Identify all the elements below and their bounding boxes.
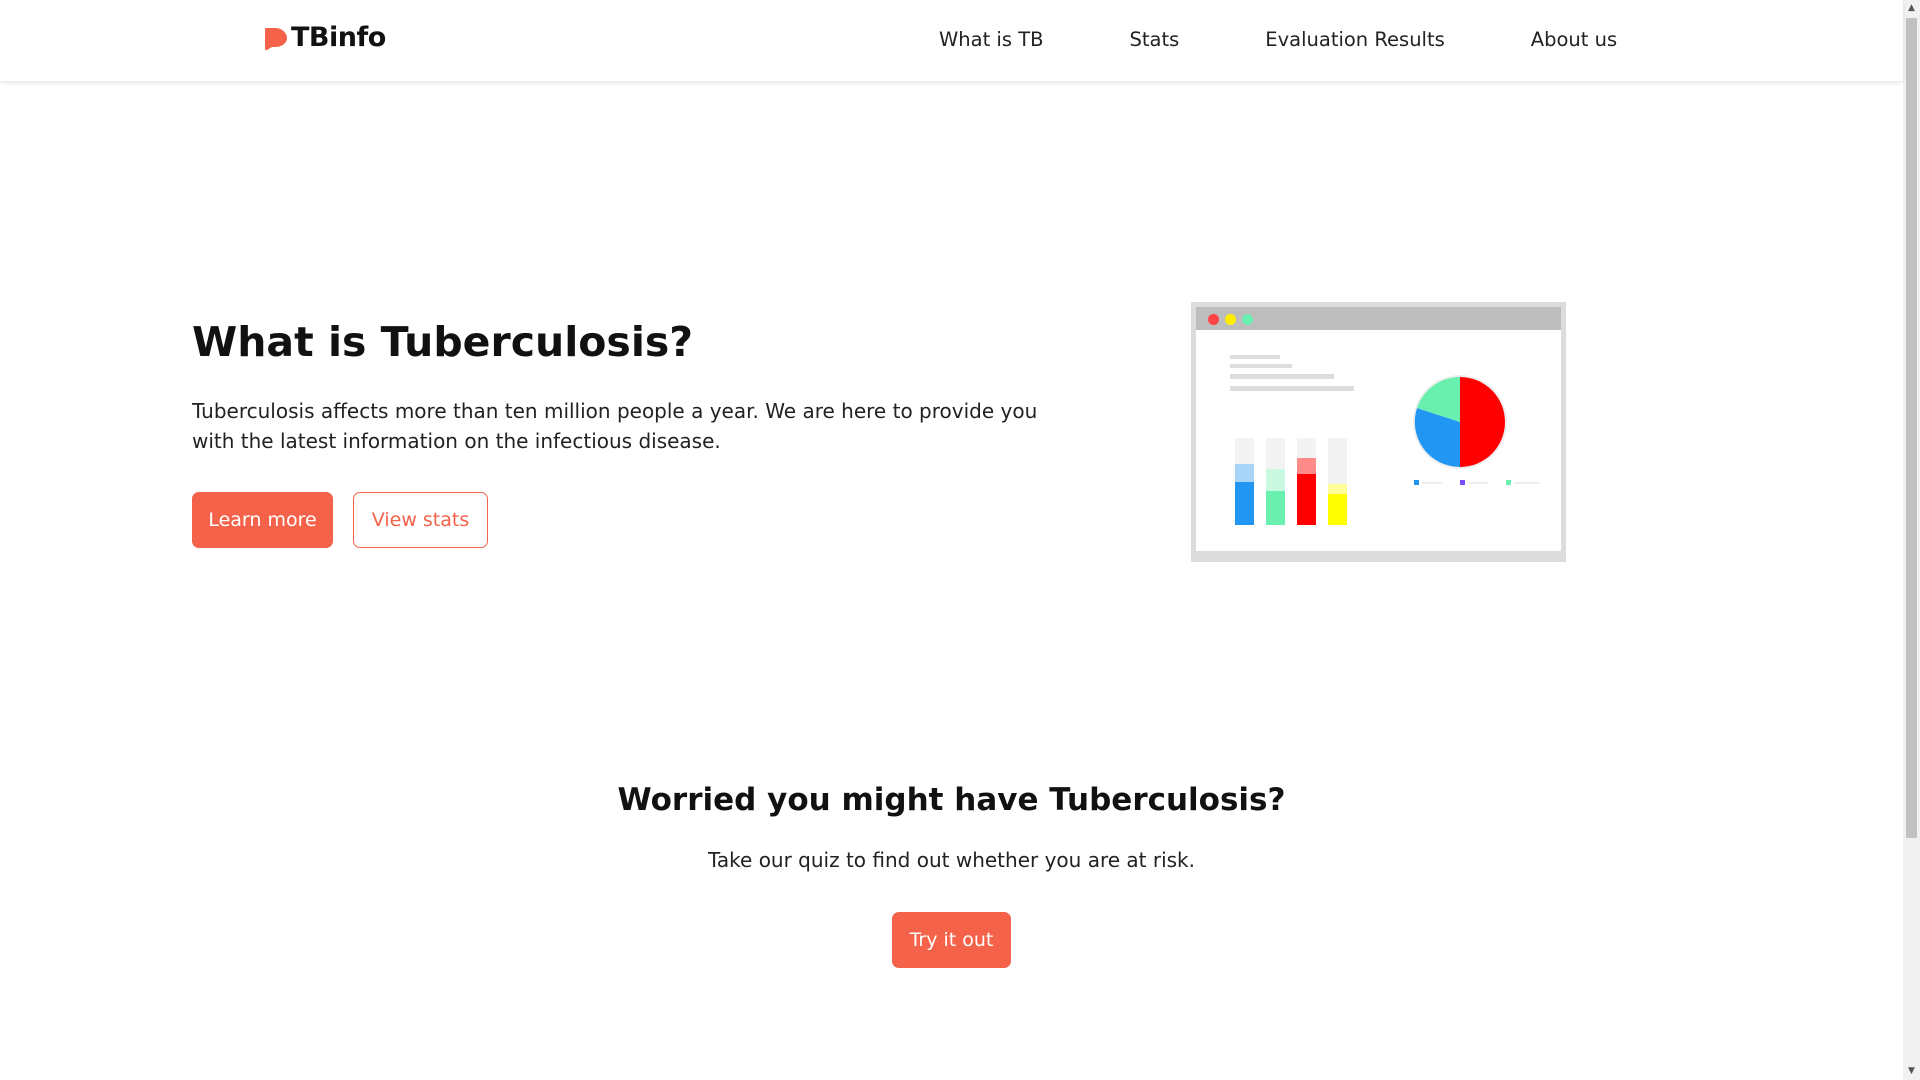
legend-line <box>1422 482 1442 484</box>
legend-swatch-purple <box>1460 480 1465 485</box>
bar-blue-light <box>1235 464 1254 482</box>
hero-description: Tuberculosis affects more than ten milli… <box>192 399 1038 453</box>
placeholder-text-line <box>1230 355 1280 359</box>
bar-red-light <box>1297 458 1316 474</box>
placeholder-text-line <box>1230 374 1334 379</box>
legend-line <box>1468 482 1488 484</box>
bar-blue <box>1235 482 1254 525</box>
placeholder-text-line <box>1230 364 1292 368</box>
hero-title: What is Tuberculosis? <box>192 318 694 366</box>
legend-swatch-green <box>1506 480 1511 485</box>
placeholder-text-line <box>1230 386 1354 391</box>
illustration-content-graphic <box>1230 355 1540 525</box>
logo[interactable]: TBinfo <box>262 22 386 53</box>
bar-green <box>1266 491 1285 525</box>
bar-red <box>1297 474 1316 525</box>
try-it-out-button[interactable]: Try it out <box>892 912 1011 968</box>
main-nav: What is TB Stats Evaluation Results Abou… <box>939 28 1617 51</box>
window-minimize-dot-icon <box>1225 314 1236 325</box>
nav-link-stats[interactable]: Stats <box>1130 28 1180 51</box>
nav-link-evaluation-results[interactable]: Evaluation Results <box>1265 28 1445 51</box>
scroll-down-arrow-icon[interactable]: ▼ <box>1903 1063 1920 1080</box>
logo-mark-icon <box>265 27 287 50</box>
legend-line <box>1514 482 1540 484</box>
window-maximize-dot-icon <box>1242 314 1253 325</box>
site-header: TBinfo What is TB Stats Evaluation Resul… <box>0 0 1903 81</box>
view-stats-button[interactable]: View stats <box>353 492 488 548</box>
page-scrollbar[interactable]: ▲ ▼ <box>1903 0 1920 1080</box>
scroll-up-arrow-icon[interactable]: ▲ <box>1903 0 1920 17</box>
illustration-window <box>1196 307 1561 551</box>
logo-text: TBinfo <box>291 22 386 53</box>
bar-green-light <box>1266 469 1285 491</box>
illustration-titlebar <box>1196 307 1561 330</box>
dashboard-illustration <box>1191 302 1566 562</box>
bar-yellow <box>1328 494 1347 525</box>
learn-more-button[interactable]: Learn more <box>192 492 333 548</box>
window-close-dot-icon <box>1208 314 1219 325</box>
bar-yellow-light <box>1328 484 1347 494</box>
quiz-section-title: Worried you might have Tuberculosis? <box>617 782 1286 818</box>
pie-chart-graphic <box>1413 375 1507 469</box>
legend-swatch-blue <box>1414 480 1419 485</box>
nav-link-about-us[interactable]: About us <box>1531 28 1617 51</box>
nav-link-what-is-tb[interactable]: What is TB <box>939 28 1044 51</box>
scrollbar-thumb[interactable] <box>1906 18 1917 838</box>
pie-slice-red <box>1460 377 1505 467</box>
quiz-section-text: Take our quiz to find out whether you ar… <box>708 848 1195 872</box>
